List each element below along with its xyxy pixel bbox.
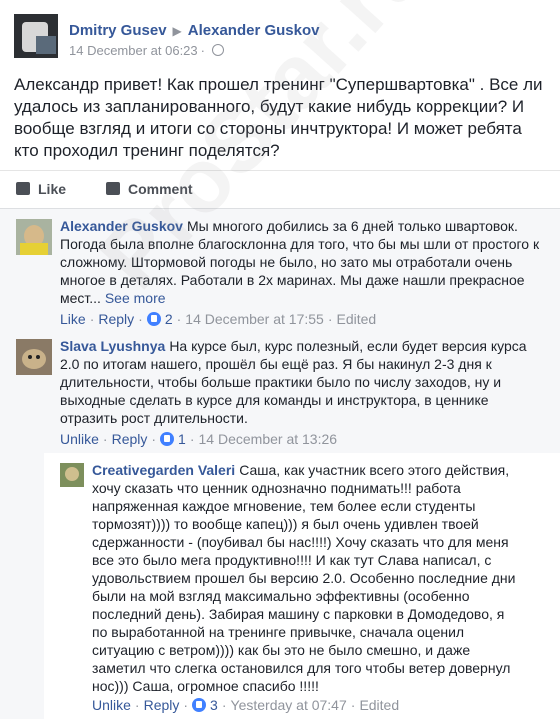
like-badge-icon	[146, 312, 161, 326]
like-badge-icon	[192, 698, 207, 712]
reply-unlike-link[interactable]: Unlike	[92, 697, 131, 713]
comments-section: Alexander Guskov Мы многого добились за 6…	[0, 208, 560, 719]
comment-timestamp[interactable]: 14 December at 13:26	[199, 431, 338, 447]
comment-item: Alexander Guskov Мы многого добились за 6…	[16, 217, 552, 333]
comment-actions: Like · Reply · 2 · 14 December at 17:55 · Edited	[60, 311, 377, 327]
reply-timestamp[interactable]: Yesterday at 07:47	[231, 697, 347, 713]
comment-body: Alexander Guskov Мы многого добились за 6…	[60, 217, 550, 307]
comment-reply-link[interactable]: Reply	[98, 311, 134, 327]
see-more-link[interactable]: See more	[105, 290, 166, 306]
commenter-avatar[interactable]	[16, 219, 52, 255]
comment-like-link[interactable]: Like	[60, 311, 86, 327]
author-name[interactable]: Dmitry Gusev	[69, 22, 167, 39]
like-badge-icon	[160, 432, 175, 446]
comment-unlike-link[interactable]: Unlike	[60, 431, 99, 447]
post-header: Dmitry Gusev ▶ Alexander Guskov 14 Decembe…	[14, 14, 544, 62]
reply-thread: Creativegarden Valeri Саша, как участник …	[44, 453, 560, 719]
recipient-name[interactable]: Alexander Guskov	[188, 22, 320, 39]
comment-reply-link[interactable]: Reply	[112, 431, 148, 447]
comment-actions: Unlike · Reply · 1 · 14 December at 13:26	[60, 431, 338, 447]
comment-button[interactable]: Comment	[106, 181, 193, 197]
comment-timestamp[interactable]: 14 December at 17:55	[185, 311, 324, 327]
comment-icon	[106, 182, 120, 195]
comment-author[interactable]: Alexander Guskov	[60, 218, 183, 234]
reply-author[interactable]: Creativegarden Valeri	[92, 462, 235, 478]
reply-body: Creativegarden Valeri Саша, как участник …	[92, 461, 522, 695]
thumbs-up-icon	[16, 182, 30, 195]
arrow-icon: ▶	[172, 24, 182, 38]
reply-item: Creativegarden Valeri Саша, как участник …	[60, 461, 554, 715]
reply-reply-link[interactable]: Reply	[144, 697, 180, 713]
comment-author[interactable]: Slava Lyushnya	[60, 338, 165, 354]
edited-label[interactable]: Edited	[359, 697, 399, 713]
post-meta: 14 December at 06:23 ·	[69, 43, 224, 58]
like-button[interactable]: Like	[16, 181, 66, 197]
comment-item: Slava Lyushnya На курсе был, курс полезны…	[16, 337, 552, 449]
commenter-avatar[interactable]	[16, 339, 52, 375]
like-count[interactable]: 2	[165, 311, 173, 327]
author-avatar[interactable]	[14, 14, 58, 58]
globe-icon	[211, 44, 224, 56]
post-text: Александр привет! Как прошел тренинг "Су…	[14, 75, 543, 160]
reply-text: Саша, как участник всего этого действия,…	[92, 462, 516, 694]
reply-avatar[interactable]	[60, 463, 84, 487]
post-names: Dmitry Gusev ▶ Alexander Guskov	[69, 22, 320, 39]
like-count[interactable]: 3	[210, 697, 218, 713]
post-actions: Like Comment	[0, 170, 560, 209]
edited-label[interactable]: Edited	[337, 311, 377, 327]
comment-body: Slava Lyushnya На курсе был, курс полезны…	[60, 337, 540, 427]
reply-actions: Unlike · Reply · 3 · Yesterday at 07:47 · Edited	[92, 697, 400, 713]
post-timestamp[interactable]: 14 December at 06:23	[69, 43, 198, 58]
like-count[interactable]: 1	[178, 431, 186, 447]
